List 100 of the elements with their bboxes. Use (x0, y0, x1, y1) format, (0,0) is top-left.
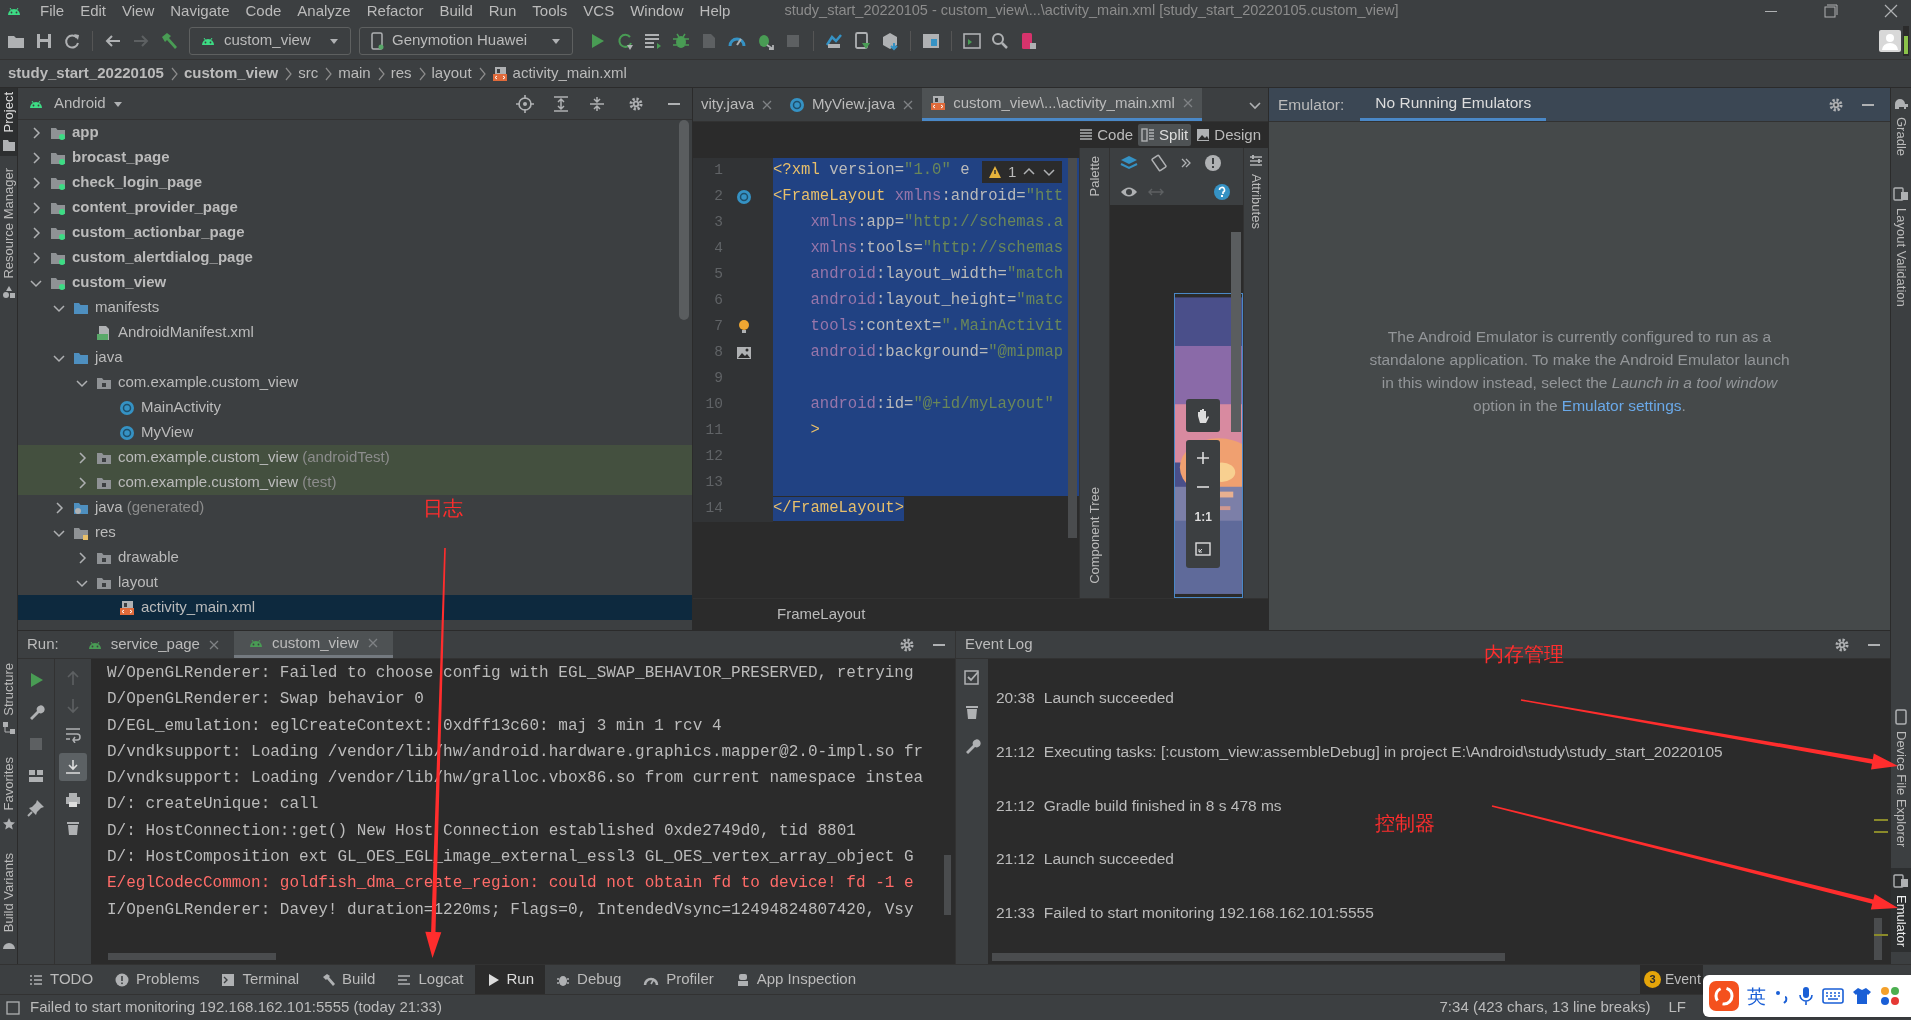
pan-button[interactable] (1186, 399, 1221, 432)
attributes-tab[interactable]: Attributes (1246, 154, 1266, 229)
layers-icon[interactable] (1120, 154, 1139, 172)
pin-icon[interactable] (27, 799, 45, 817)
tool-window-tab[interactable]: Device File Explorer (1891, 703, 1911, 852)
caret-position[interactable]: 7:34 (423 chars, 13 line breaks) (1439, 996, 1651, 1019)
restore-window-icon[interactable] (1823, 3, 1839, 19)
breadcrumb-item[interactable]: custom_view (183, 62, 279, 85)
menu-item[interactable]: Refactor (358, 0, 432, 23)
menu-item[interactable]: VCS (575, 0, 623, 23)
view-mode-tab[interactable]: Split (1138, 124, 1192, 146)
close-window-icon[interactable] (1883, 3, 1899, 19)
menu-item[interactable]: Tools (524, 0, 576, 23)
cube-icon[interactable] (880, 30, 900, 51)
tool-window-tab[interactable]: Terminal (210, 965, 311, 994)
actual-size-button[interactable]: 1:1 (1194, 508, 1212, 527)
memory-indicator-icon[interactable] (1903, 25, 1909, 56)
close-icon[interactable] (761, 98, 774, 111)
collapse-all-icon[interactable] (588, 94, 606, 113)
scrollbar[interactable] (679, 120, 689, 320)
trash-icon[interactable] (963, 703, 981, 721)
trash-icon[interactable] (64, 819, 82, 837)
tool-window-tab[interactable]: Debug (545, 965, 633, 994)
tree-item[interactable]: custom_view (18, 270, 175, 295)
menu-item[interactable]: Help (691, 0, 739, 23)
tree-item[interactable]: app (18, 120, 107, 145)
tool-window-tab[interactable]: Resource Manager (0, 164, 17, 304)
tree-item[interactable]: check_login_page (18, 170, 211, 195)
help-icon[interactable] (1213, 182, 1232, 201)
breadcrumb-item[interactable]: layout (431, 62, 472, 85)
tool-window-tab[interactable]: Build (310, 965, 387, 994)
line-separator[interactable]: LF (1668, 996, 1686, 1019)
lightbulb-icon[interactable] (736, 319, 752, 335)
scrollbar[interactable] (1874, 918, 1882, 960)
tool-window-tab[interactable]: Problems (104, 965, 211, 994)
breadcrumb-item[interactable]: study_start_20220105 (8, 62, 164, 85)
scroll-to-end-button[interactable] (59, 753, 87, 781)
component-tree-tab[interactable]: Component Tree (1085, 487, 1105, 590)
checklist-icon[interactable] (963, 669, 981, 687)
tree-item[interactable]: AndroidManifest.xml (18, 320, 262, 345)
toggle-panels-icon[interactable] (6, 1000, 20, 1015)
menu-item[interactable]: Edit (72, 0, 115, 23)
configuration-dropdown[interactable]: custom_view (189, 26, 351, 55)
shirt-icon[interactable] (1852, 987, 1872, 1005)
breadcrumb-item[interactable]: main (338, 62, 371, 85)
scrollbar[interactable] (1231, 232, 1242, 432)
soft-wrap-icon[interactable] (64, 725, 82, 743)
tool-window-tab[interactable]: Profiler (632, 965, 725, 994)
tool-window-tab[interactable]: Project (0, 88, 17, 157)
tree-item[interactable]: com.example.custom_view (18, 370, 307, 395)
terminal-icon[interactable] (962, 30, 982, 51)
settings-icon[interactable] (1834, 636, 1850, 653)
keyboard-icon[interactable] (1822, 988, 1844, 1004)
process-tab[interactable]: service_page (72, 631, 234, 658)
rotate-icon[interactable] (1150, 154, 1169, 172)
double-chevron-icon[interactable] (1180, 157, 1193, 169)
tree-item[interactable]: content_provider_page (18, 195, 246, 220)
menu-item[interactable]: Build (431, 0, 481, 23)
tree-item[interactable]: com.example.custom_view (test) (18, 470, 692, 495)
tree-item[interactable]: manifests (18, 295, 168, 320)
tree-item[interactable]: res (18, 520, 124, 545)
scrollbar[interactable] (1068, 158, 1077, 538)
editor-tab[interactable]: custom_view\...\activity_main.xml (922, 88, 1202, 121)
tool-window-tab[interactable]: App Inspection (724, 965, 867, 994)
tool-window-tab[interactable]: Logcat (386, 965, 475, 994)
fit-screen-icon[interactable] (1195, 540, 1212, 557)
scrollbar[interactable] (944, 855, 951, 915)
tool-window-tab[interactable]: Run (474, 965, 546, 994)
editor-tab[interactable]: MyView.java (781, 88, 923, 121)
image-icon[interactable] (736, 345, 752, 361)
tool-window-tab[interactable]: Structure (0, 658, 17, 740)
tree-item[interactable]: custom_alertdialog_page (18, 245, 261, 270)
tool-window-tab[interactable]: Gradle (1891, 92, 1911, 162)
close-icon[interactable] (902, 98, 915, 111)
settings-icon[interactable] (628, 95, 644, 112)
menu-item[interactable]: View (114, 0, 163, 23)
emulator-settings-link[interactable]: Emulator settings (1561, 397, 1682, 414)
close-icon[interactable] (207, 638, 220, 651)
tool-window-tab[interactable]: Build Variants (0, 848, 17, 956)
menu-item[interactable]: Code (237, 0, 290, 23)
process-tab[interactable]: custom_view (233, 631, 393, 658)
warning-widget[interactable]: 1 (982, 161, 1063, 183)
device-manager-icon[interactable] (852, 30, 872, 51)
view-mode-tab[interactable]: Design (1193, 124, 1264, 146)
editor-tab[interactable]: vity.java (693, 88, 782, 121)
tool-window-tab[interactable]: Favorites (0, 753, 17, 835)
hammer-icon[interactable] (159, 30, 179, 51)
tree-item[interactable]: java (18, 345, 131, 370)
tool-window-tab[interactable]: Layout Validation (1891, 181, 1911, 312)
tree-item[interactable]: layout (18, 570, 167, 595)
emulator-tab[interactable]: No Running Emulators (1360, 88, 1547, 121)
tool-window-tab[interactable]: TODO (18, 965, 105, 994)
tree-item[interactable]: drawable (18, 545, 187, 570)
tree-item[interactable]: brocast_page (18, 145, 178, 170)
palette-tab[interactable]: Palette (1085, 156, 1105, 197)
settings-icon[interactable] (1828, 96, 1844, 113)
scrollbar[interactable] (108, 953, 276, 960)
input-mode[interactable]: 英 (1747, 981, 1766, 1011)
settings-icon[interactable] (899, 636, 915, 653)
locate-icon[interactable] (516, 94, 534, 113)
